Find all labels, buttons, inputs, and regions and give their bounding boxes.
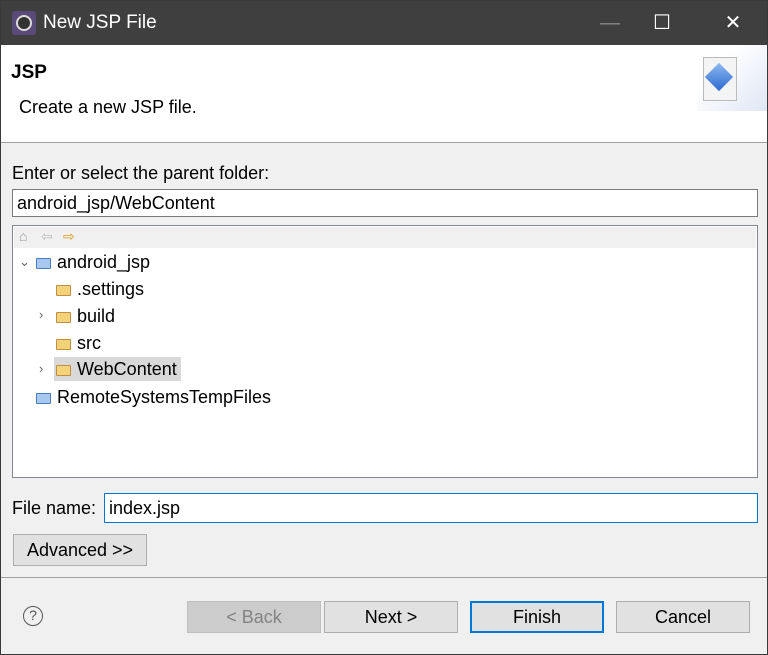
tree-item-settings[interactable]: .settings [56, 277, 144, 301]
dialog-window: New JSP File — ☐ ✕ JSP Create a new JSP … [0, 0, 768, 655]
finish-button[interactable]: Finish [470, 601, 604, 633]
wizard-header: JSP Create a new JSP file. [1, 45, 767, 143]
tree-item-android-jsp[interactable]: android_jsp [36, 250, 150, 274]
advanced-button[interactable]: Advanced >> [13, 534, 147, 566]
page-title: JSP [11, 62, 47, 83]
tree-item-webcontent[interactable]: WebContent [54, 357, 181, 381]
chevron-down-icon[interactable]: ⌄ [19, 254, 30, 270]
close-icon[interactable]: ✕ [710, 1, 756, 45]
parent-folder-label: Enter or select the parent folder: [12, 163, 270, 183]
folder-icon [56, 365, 71, 376]
maximize-icon[interactable]: ☐ [639, 1, 685, 45]
tree-item-src[interactable]: src [56, 331, 101, 355]
window-title: New JSP File [43, 12, 157, 33]
page-description: Create a new JSP file. [19, 97, 197, 117]
forward-arrow-icon[interactable]: ⇨ [63, 228, 75, 245]
tree-item-remotesystemstempfiles[interactable]: RemoteSystemsTempFiles [36, 385, 271, 409]
folder-icon [56, 285, 71, 296]
jsp-file-icon [697, 45, 767, 111]
next-button[interactable]: Next > [324, 601, 458, 633]
back-arrow-icon[interactable]: ⇦ [41, 228, 53, 245]
tree-item-build[interactable]: build [56, 304, 115, 328]
file-name-input[interactable] [104, 493, 758, 523]
folder-icon [36, 393, 51, 404]
back-button[interactable]: < Back [187, 601, 321, 633]
help-icon[interactable]: ? [23, 606, 43, 626]
parent-folder-input[interactable] [12, 189, 758, 217]
title-bar: New JSP File — ☐ ✕ [1, 1, 767, 45]
cancel-button[interactable]: Cancel [616, 601, 750, 633]
eclipse-app-icon [12, 11, 36, 35]
project-icon [36, 258, 51, 269]
minimize-icon[interactable]: — [587, 1, 633, 45]
folder-icon [56, 339, 71, 350]
tree-toolbar: ⌂ ⇦ ⇨ [14, 227, 756, 248]
file-name-label: File name: [12, 498, 97, 518]
chevron-right-icon[interactable]: › [39, 307, 43, 322]
divider [1, 577, 767, 578]
folder-tree[interactable]: ⌂ ⇦ ⇨ ⌄ android_jsp .settings › build sr… [12, 225, 758, 478]
chevron-right-icon[interactable]: › [39, 361, 43, 376]
home-icon[interactable]: ⌂ [19, 228, 27, 244]
folder-icon [56, 312, 71, 323]
